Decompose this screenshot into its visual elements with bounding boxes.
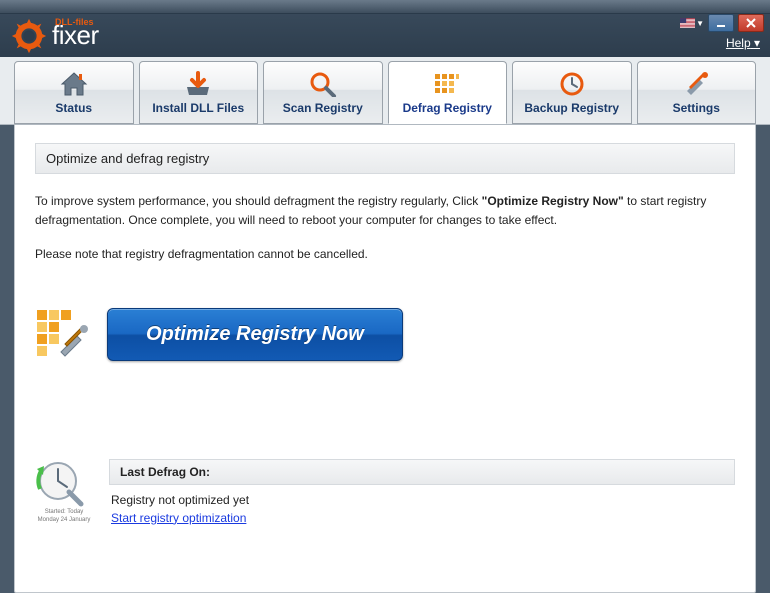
start-optimization-link[interactable]: Start registry optimization [111, 511, 246, 525]
tab-install-dll[interactable]: Install DLL Files [139, 61, 259, 124]
chevron-down-icon: ▾ [754, 36, 760, 50]
last-defrag-value: Registry not optimized yet [111, 493, 733, 507]
tab-status[interactable]: Status [14, 61, 134, 124]
chevron-down-icon: ▼ [696, 19, 704, 28]
status-row: Started: Today Monday 24 January Last De… [35, 459, 735, 533]
panel-title: Optimize and defrag registry [35, 143, 735, 174]
brand-sub: DLL-files [55, 17, 94, 27]
intro-pre: To improve system performance, you shoul… [35, 194, 482, 208]
home-icon [59, 70, 89, 98]
close-button[interactable] [738, 14, 764, 32]
status-box: Last Defrag On: Registry not optimized y… [109, 459, 735, 533]
tab-bar: Status Install DLL Files Scan Registry D… [0, 57, 770, 125]
clock-caption-1: Started: Today [35, 509, 93, 516]
clock-refresh-icon [557, 70, 587, 98]
download-tray-icon [183, 70, 213, 98]
action-row: Optimize Registry Now [35, 308, 735, 361]
intro-text: To improve system performance, you shoul… [35, 192, 735, 229]
tab-label: Install DLL Files [152, 101, 244, 115]
tab-label: Defrag Registry [403, 101, 492, 115]
optimize-registry-button[interactable]: Optimize Registry Now [107, 308, 403, 361]
tab-label: Scan Registry [283, 101, 363, 115]
last-defrag-heading: Last Defrag On: [109, 459, 735, 485]
tab-label: Settings [673, 101, 720, 115]
language-flag-us[interactable]: ▼ [680, 15, 704, 31]
tools-icon [681, 70, 711, 98]
minimize-button[interactable] [708, 14, 734, 32]
tab-backup-registry[interactable]: Backup Registry [512, 61, 632, 124]
help-link[interactable]: Help ▾ [726, 36, 760, 50]
gear-icon [10, 17, 48, 55]
tab-defrag-registry[interactable]: Defrag Registry [388, 61, 508, 124]
history-clock-icon: Started: Today Monday 24 January [35, 459, 93, 524]
app-logo: DLL-files fixer [10, 14, 99, 57]
tab-label: Status [55, 101, 92, 115]
tab-label: Backup Registry [524, 101, 619, 115]
tab-scan-registry[interactable]: Scan Registry [263, 61, 383, 124]
clock-caption-2: Monday 24 January [35, 517, 93, 524]
intro-bold: "Optimize Registry Now" [482, 194, 624, 208]
content-area: Optimize and defrag registry To improve … [14, 125, 756, 593]
magnifier-icon [308, 70, 338, 98]
tab-settings[interactable]: Settings [637, 61, 757, 124]
window-titlebar [0, 0, 770, 14]
help-label: Help [726, 36, 751, 50]
defrag-tools-icon [35, 308, 89, 360]
note-text: Please note that registry defragmentatio… [35, 245, 735, 264]
app-header: DLL-files fixer ▼ Help ▾ [0, 14, 770, 57]
defrag-blocks-icon [432, 70, 462, 98]
